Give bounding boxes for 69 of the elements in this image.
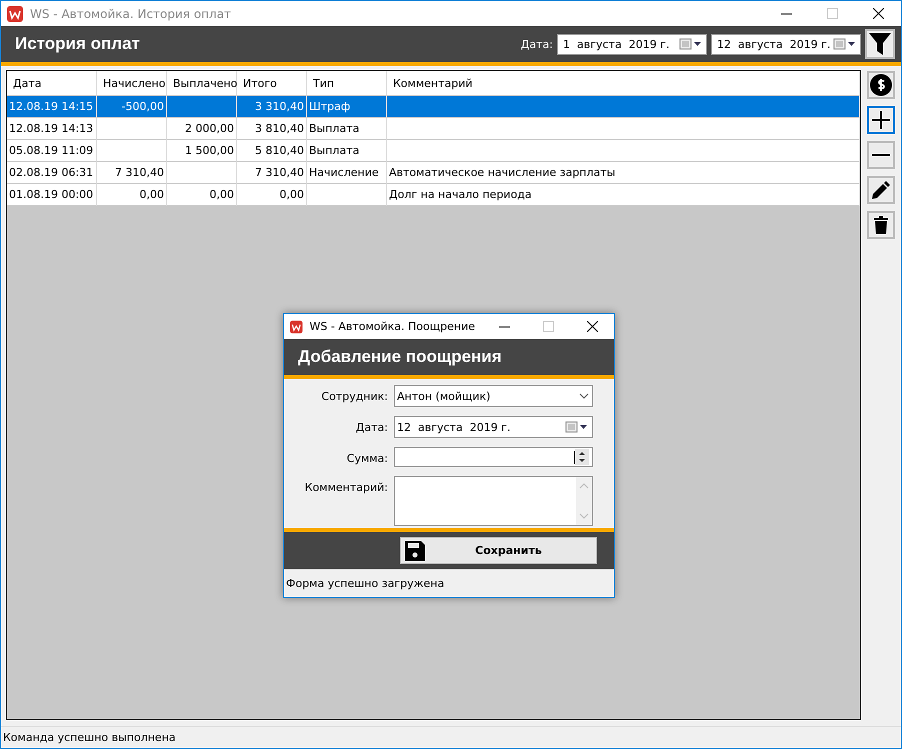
table-cell: Автоматическое начисление зарплаты (389, 166, 616, 179)
minimize-icon[interactable] (780, 12, 792, 14)
date-label: Дата: (520, 38, 553, 50)
table-cell: 12.08.19 14:15 (9, 100, 94, 113)
plus-icon (872, 111, 890, 129)
table-cell: Выплата (309, 122, 360, 135)
money-button[interactable] (867, 71, 895, 99)
date-from-picker[interactable]: 1 августа 2019 г. (557, 34, 707, 54)
table-row[interactable]: 01.08.19 00:00 0,00 0,00 0,00 Долг на начало периода (7, 184, 860, 206)
remove-button[interactable] (867, 141, 895, 169)
table-cell: 01.08.19 00:00 (9, 188, 94, 201)
chevron-down-icon[interactable] (579, 393, 589, 399)
table-row[interactable]: 02.08.19 06:31 7 310,40 7 310,40 Начисление Автоматическое начисление зарплаты (7, 162, 860, 184)
table-cell: 3 310,40 (255, 100, 304, 113)
table-cell: 7 310,40 (255, 166, 304, 179)
app-logo-icon (7, 6, 23, 22)
dollar-icon (870, 74, 892, 96)
table-cell: 7 310,40 (115, 166, 164, 179)
field-label: Комментарий: (304, 480, 388, 494)
field-label: Сумма: (346, 451, 388, 465)
table-cell: 0,00 (140, 188, 164, 201)
save-button[interactable]: Сохранить (400, 537, 597, 564)
minimize-icon[interactable] (498, 326, 510, 328)
comment-textarea[interactable] (394, 476, 593, 526)
close-icon[interactable] (872, 8, 884, 19)
trash-icon (874, 216, 888, 234)
dialog-title: WS - Автомойка. Поощрение (310, 320, 475, 333)
minus-icon (872, 153, 890, 157)
dialog-status-text: Форма успешно загружена (286, 577, 444, 590)
date-picker[interactable]: 12 августа 2019 г. (394, 416, 593, 438)
spinner-arrows-icon[interactable] (575, 449, 589, 465)
table-cell: 02.08.19 06:31 (9, 166, 94, 179)
calendar-dropdown-icon[interactable] (565, 421, 589, 433)
table-cell: Штраф (309, 100, 350, 113)
date-to-picker[interactable]: 12 августа 2019 г. (711, 34, 861, 54)
employee-select[interactable]: Антон (мойщик) (394, 385, 593, 407)
add-button[interactable] (867, 106, 895, 134)
calendar-dropdown-icon[interactable] (679, 38, 703, 50)
filter-button[interactable] (865, 29, 895, 59)
table-cell: -500,00 (122, 100, 164, 113)
table-row[interactable]: 05.08.19 11:09 1 500,00 5 810,40 Выплата (7, 140, 860, 162)
calendar-dropdown-icon[interactable] (833, 38, 857, 50)
table-row[interactable]: 12.08.19 14:15 -500,00 3 310,40 Штраф (7, 96, 860, 118)
page-title: История оплат (15, 34, 141, 54)
edit-button[interactable] (867, 176, 895, 204)
table-cell: Начисление (309, 166, 379, 179)
delete-button[interactable] (867, 211, 895, 239)
status-text: Команда успешно выполнена (3, 731, 176, 744)
amount-input[interactable] (394, 447, 593, 467)
table-cell: 2 000,00 (185, 122, 234, 135)
table-cell: 05.08.19 11:09 (9, 144, 94, 157)
table-cell: Долг на начало периода (389, 188, 532, 201)
scrollbar-arrows-icon (576, 477, 592, 525)
filter-icon (869, 33, 891, 55)
table-cell: 5 810,40 (255, 144, 304, 157)
close-icon[interactable] (586, 321, 598, 332)
table-cell: 3 810,40 (255, 122, 304, 135)
pencil-icon (872, 181, 890, 199)
table-cell: 12.08.19 14:13 (9, 122, 94, 135)
table-cell: 1 500,00 (185, 144, 234, 157)
dialog-heading: Добавление поощрения (298, 347, 503, 367)
field-label: Сотрудник: (320, 389, 388, 403)
field-label: Дата: (354, 420, 388, 434)
table-cell: 0,00 (210, 188, 234, 201)
table-cell: Выплата (309, 144, 360, 157)
window-title: WS - Автомойка. История оплат (30, 6, 232, 20)
table-row[interactable]: 12.08.19 14:13 2 000,00 3 810,40 Выплата (7, 118, 860, 140)
app-logo-icon (290, 318, 303, 334)
table-cell: 0,00 (280, 188, 304, 201)
